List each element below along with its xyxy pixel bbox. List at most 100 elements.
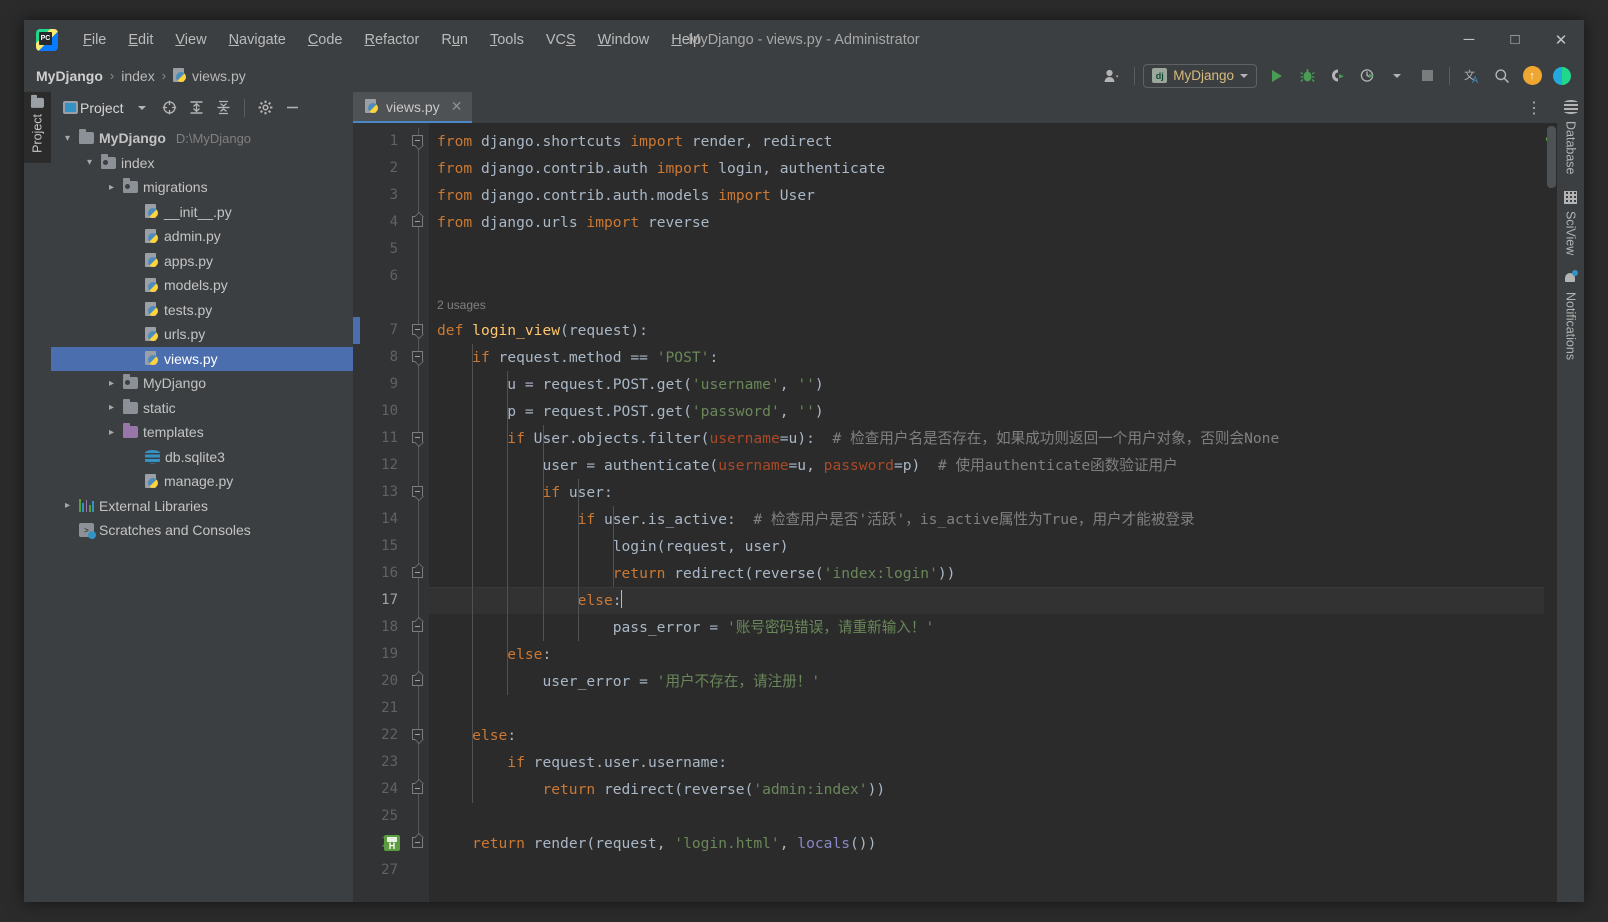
sidebar-item-sciview[interactable]: SciView (1558, 183, 1584, 263)
tree-item-admin-py[interactable]: admin.py (51, 224, 353, 249)
hide-panel-icon[interactable] (280, 96, 305, 120)
ide-feature-icon[interactable] (1548, 63, 1576, 89)
menu-item-run[interactable]: Run (430, 29, 479, 51)
menu-item-refactor[interactable]: Refactor (354, 29, 431, 51)
code-line-16[interactable]: return redirect(reverse('index:login')) (429, 560, 1544, 587)
code-line-3[interactable]: from django.contrib.auth.models import U… (429, 182, 1544, 209)
project-tree[interactable]: ▾ MyDjango D:\MyDjango ▾ index ▸ migrations __i… (51, 123, 353, 902)
code-line-24[interactable]: return redirect(reverse('admin:index')) (429, 776, 1544, 803)
fold-marker-line-24[interactable] (412, 779, 425, 796)
code-line-2[interactable]: from django.contrib.auth import login, a… (429, 155, 1544, 182)
menu-item-vcs[interactable]: VCS (535, 29, 587, 51)
menu-item-window[interactable]: Window (587, 29, 661, 51)
code-line-9[interactable]: u = request.POST.get('username', '') (429, 371, 1544, 398)
close-icon[interactable]: ✕ (451, 98, 463, 115)
code-line-19[interactable]: else: (429, 641, 1544, 668)
fold-marker-line-7[interactable] (412, 324, 425, 339)
run-configuration-selector[interactable]: dj MyDjango (1143, 63, 1257, 88)
menu-item-tools[interactable]: Tools (479, 29, 535, 51)
code-line-20[interactable]: user_error = '用户不存在，请注册！' (429, 668, 1544, 695)
breadcrumb-file[interactable]: views.py (173, 68, 246, 84)
translate-icon[interactable]: 文 A (1458, 63, 1486, 89)
tree-item-urls-py[interactable]: urls.py (51, 322, 353, 347)
code-line-15[interactable]: login(request, user) (429, 533, 1544, 560)
code-content[interactable]: from django.shortcuts import render, red… (429, 123, 1544, 902)
fold-marker-line-4[interactable] (412, 212, 425, 229)
collapse-all-icon[interactable] (211, 96, 236, 120)
html-template-marker-icon[interactable]: H (384, 835, 400, 851)
vertical-scrollbar-thumb[interactable] (1547, 126, 1556, 188)
code-line-11[interactable]: if User.objects.filter(username=u): # 检查… (429, 425, 1544, 452)
code-line-27[interactable] (429, 857, 1544, 884)
editor-scrollbar-markers[interactable]: ✔ (1544, 123, 1557, 902)
more-options-icon[interactable]: ⋮ (1518, 98, 1551, 118)
fold-marker-line-11[interactable] (412, 432, 425, 447)
chevron-down-icon[interactable]: ▾ (61, 133, 74, 144)
tree-item-mydjango[interactable]: ▾ MyDjango D:\MyDjango (51, 126, 353, 151)
code-line-14[interactable]: if user.is_active: # 检查用户是否'活跃'，is_activ… (429, 506, 1544, 533)
update-icon[interactable]: ↑ (1518, 63, 1546, 89)
fold-marker-line-20[interactable] (412, 671, 425, 688)
code-line-22[interactable]: else: (429, 722, 1544, 749)
code-line-23[interactable]: if request.user.username: (429, 749, 1544, 776)
code-folding-gutter[interactable]: H (384, 123, 429, 902)
code-line-4[interactable]: from django.urls import reverse (429, 209, 1544, 236)
tree-item-mydjango[interactable]: ▸ MyDjango (51, 371, 353, 396)
tree-item-scratches-and-consoles[interactable]: > Scratches and Consoles (51, 518, 353, 543)
chevron-down-icon[interactable]: ▾ (83, 157, 96, 168)
code-line-1[interactable]: from django.shortcuts import render, red… (429, 128, 1544, 155)
breadcrumb-project[interactable]: MyDjango (36, 68, 103, 84)
menu-item-help[interactable]: Help (660, 29, 712, 51)
profile-icon[interactable] (1353, 63, 1381, 89)
minimize-button[interactable]: ─ (1446, 20, 1492, 59)
fold-marker-line-8[interactable] (412, 351, 425, 366)
chevron-right-icon[interactable]: ▸ (105, 427, 118, 438)
tree-item-models-py[interactable]: models.py (51, 273, 353, 298)
code-line-25[interactable] (429, 803, 1544, 830)
tree-item-init-py[interactable]: __init__.py (51, 200, 353, 225)
code-line-17[interactable]: else: (429, 587, 1544, 614)
run-icon[interactable] (1263, 63, 1291, 89)
tree-item-migrations[interactable]: ▸ migrations (51, 175, 353, 200)
code-line-21[interactable] (429, 695, 1544, 722)
fold-marker-line-1[interactable] (412, 135, 425, 150)
code-line-18[interactable]: pass_error = '账号密码错误，请重新输入！' (429, 614, 1544, 641)
tree-item-views-py[interactable]: views.py (51, 346, 353, 371)
fold-marker-line-16[interactable] (412, 563, 425, 580)
tree-item-templates[interactable]: ▸ templates (51, 420, 353, 445)
search-everywhere-icon[interactable] (1488, 63, 1516, 89)
chevron-right-icon[interactable]: ▸ (61, 500, 74, 511)
fold-marker-line-26[interactable] (412, 833, 425, 850)
chevron-down-icon[interactable] (130, 96, 155, 120)
tree-item-external-libraries[interactable]: ▸ External Libraries (51, 494, 353, 519)
maximize-button[interactable]: □ (1492, 20, 1538, 59)
fold-marker-line-13[interactable] (412, 486, 425, 501)
sidebar-item-project[interactable]: Project (24, 92, 51, 163)
tree-item-db-sqlite3[interactable]: db.sqlite3 (51, 445, 353, 470)
tree-item-tests-py[interactable]: tests.py (51, 298, 353, 323)
sidebar-item-database[interactable]: Database (1558, 92, 1584, 183)
editor-tab-views-py[interactable]: views.py ✕ (353, 92, 473, 123)
debug-icon[interactable] (1293, 63, 1321, 89)
tree-item-apps-py[interactable]: apps.py (51, 249, 353, 274)
gear-icon[interactable] (253, 96, 278, 120)
user-account-icon[interactable] (1098, 63, 1126, 89)
inlay-hint-usages[interactable]: 2 usages (429, 290, 1544, 317)
breadcrumb-folder[interactable]: index (121, 68, 154, 84)
code-line-7[interactable]: def login_view(request): (429, 317, 1544, 344)
code-line-12[interactable]: user = authenticate(username=u, password… (429, 452, 1544, 479)
menu-item-file[interactable]: File (72, 29, 117, 51)
code-line-5[interactable] (429, 236, 1544, 263)
tree-item-index[interactable]: ▾ index (51, 151, 353, 176)
tree-item-manage-py[interactable]: manage.py (51, 469, 353, 494)
chevron-right-icon[interactable]: ▸ (105, 402, 118, 413)
fold-marker-line-22[interactable] (412, 729, 425, 744)
stop-icon[interactable] (1413, 63, 1441, 89)
profile-dropdown-icon[interactable] (1383, 63, 1411, 89)
menu-item-navigate[interactable]: Navigate (218, 29, 297, 51)
coverage-icon[interactable] (1323, 63, 1351, 89)
scroll-from-source-icon[interactable] (157, 96, 182, 120)
fold-marker-line-18[interactable] (412, 617, 425, 634)
menu-item-edit[interactable]: Edit (117, 29, 164, 51)
menu-item-code[interactable]: Code (297, 29, 354, 51)
